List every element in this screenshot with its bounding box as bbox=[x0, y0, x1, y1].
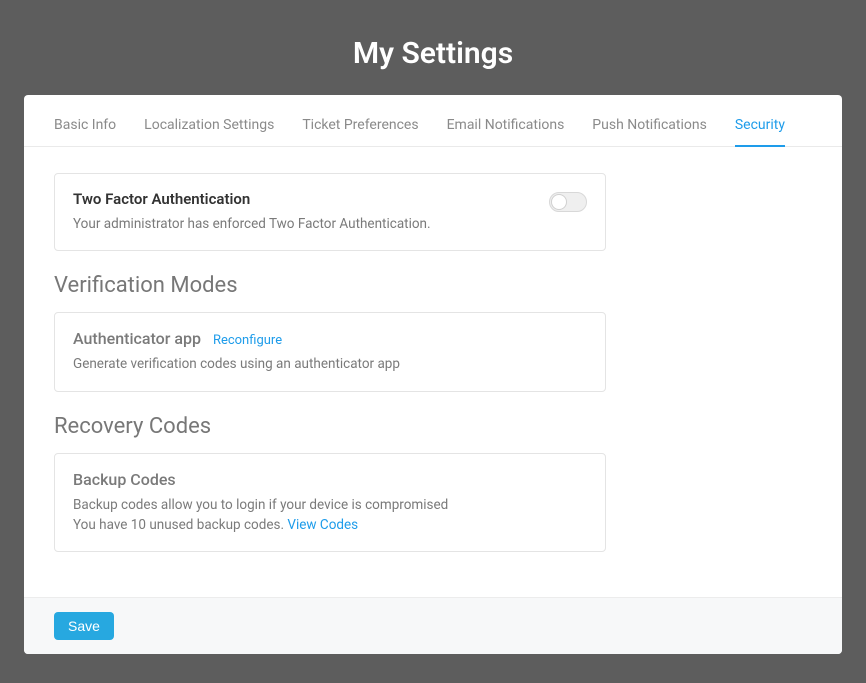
authenticator-card: Authenticator app Reconfigure Generate v… bbox=[54, 312, 606, 391]
tabs-row: Basic Info Localization Settings Ticket … bbox=[24, 95, 842, 147]
backup-codes-card: Backup Codes Backup codes allow you to l… bbox=[54, 453, 606, 553]
tab-security[interactable]: Security bbox=[735, 117, 785, 147]
tab-basic-info[interactable]: Basic Info bbox=[54, 117, 116, 147]
backup-codes-status-row: You have 10 unused backup codes. View Co… bbox=[73, 515, 587, 535]
save-button[interactable]: Save bbox=[54, 612, 114, 640]
authenticator-title: Authenticator app bbox=[73, 329, 201, 348]
tfa-toggle-knob bbox=[551, 194, 567, 210]
tfa-desc: Your administrator has enforced Two Fact… bbox=[73, 214, 587, 234]
backup-codes-title: Backup Codes bbox=[73, 470, 587, 489]
backup-codes-desc: Backup codes allow you to login if your … bbox=[73, 495, 587, 515]
tab-email-notifications[interactable]: Email Notifications bbox=[447, 117, 565, 147]
verification-modes-heading: Verification Modes bbox=[54, 273, 606, 298]
page-title: My Settings bbox=[0, 0, 866, 95]
backup-codes-status: You have 10 unused backup codes. bbox=[73, 517, 287, 533]
settings-panel: Basic Info Localization Settings Ticket … bbox=[24, 95, 842, 654]
recovery-codes-heading: Recovery Codes bbox=[54, 414, 606, 439]
tab-ticket-preferences[interactable]: Ticket Preferences bbox=[302, 117, 418, 147]
security-content: Two Factor Authentication Your administr… bbox=[24, 147, 636, 552]
authenticator-desc: Generate verification codes using an aut… bbox=[73, 354, 587, 374]
reconfigure-link[interactable]: Reconfigure bbox=[213, 333, 282, 348]
panel-footer: Save bbox=[24, 597, 842, 654]
tfa-title: Two Factor Authentication bbox=[73, 190, 587, 208]
tfa-toggle[interactable] bbox=[549, 192, 587, 212]
tfa-card: Two Factor Authentication Your administr… bbox=[54, 173, 606, 251]
tab-localization-settings[interactable]: Localization Settings bbox=[144, 117, 274, 147]
view-codes-link[interactable]: View Codes bbox=[287, 517, 358, 533]
tab-push-notifications[interactable]: Push Notifications bbox=[592, 117, 707, 147]
